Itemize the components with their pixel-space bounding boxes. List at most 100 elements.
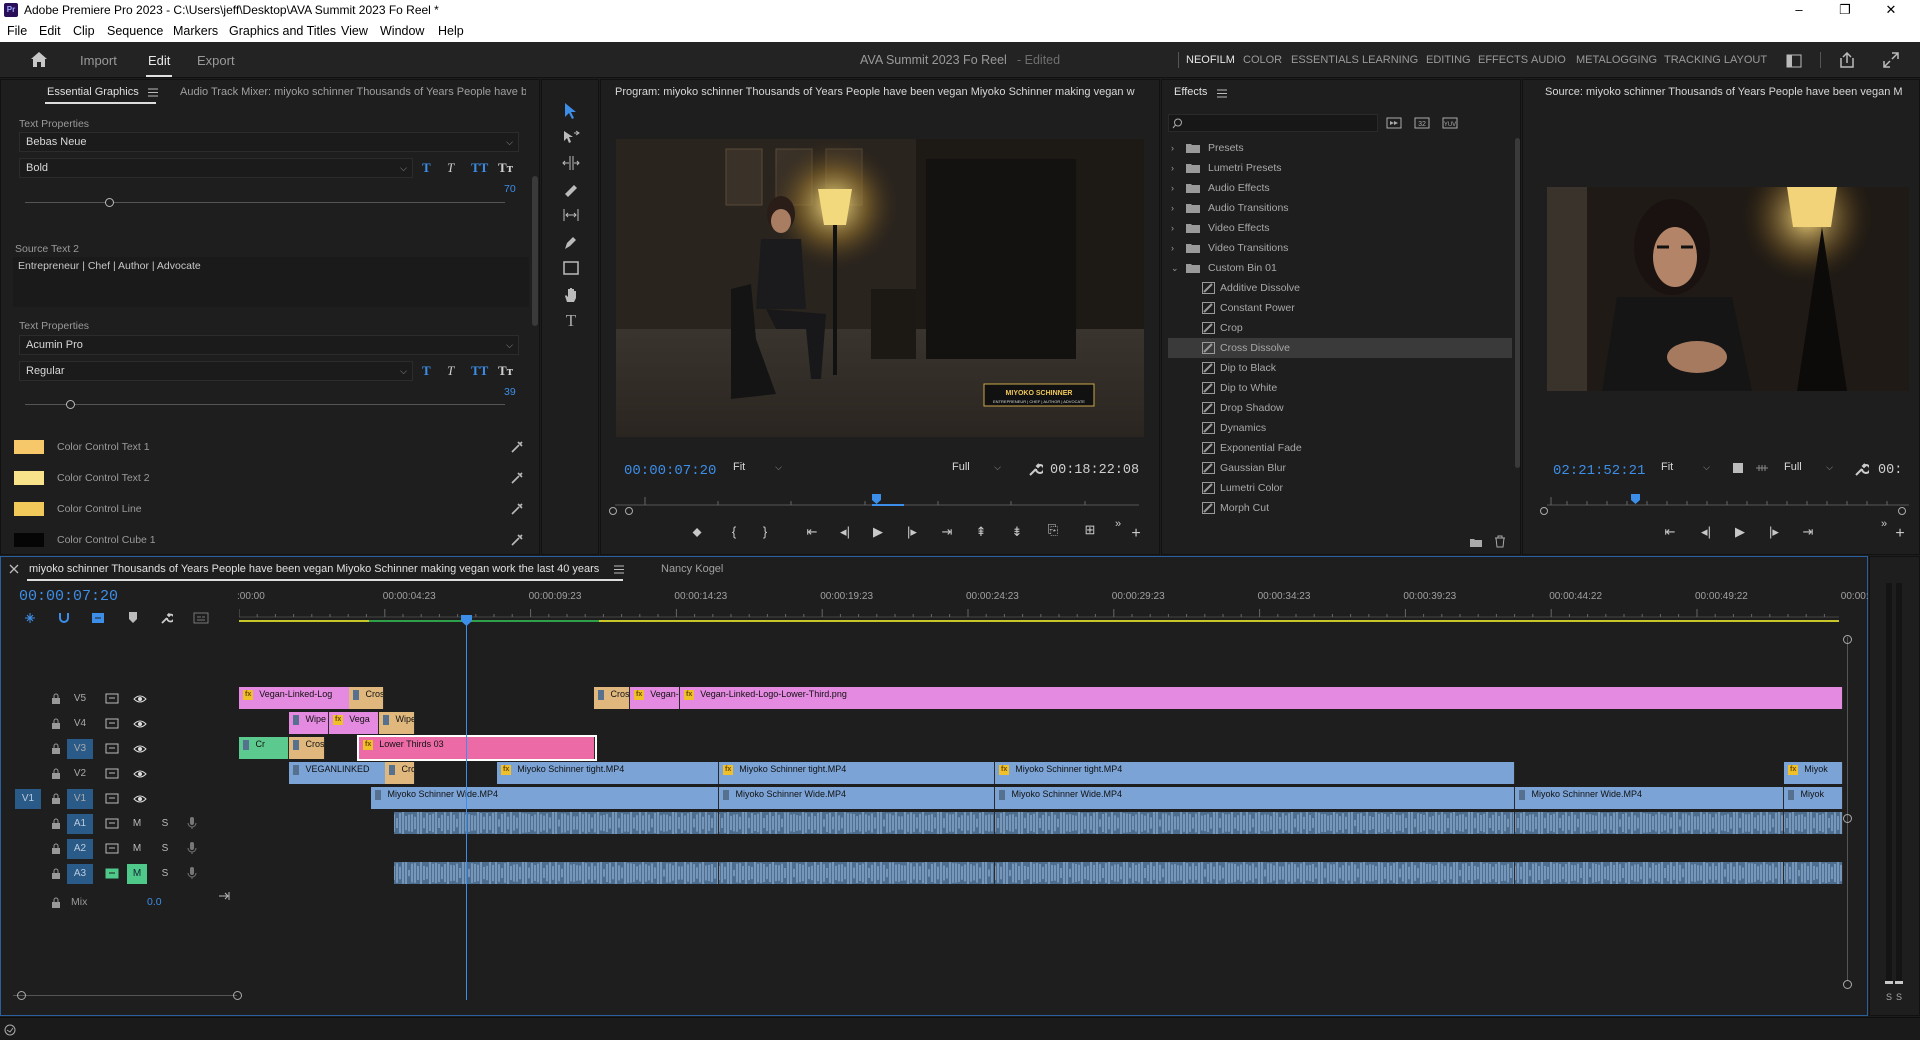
font-style-dropdown[interactable]: Regular ⌵ [19, 361, 413, 381]
step-back-button[interactable]: ◂| [1695, 524, 1717, 540]
slip-tool-icon[interactable] [562, 207, 580, 223]
font-size-slider-track[interactable] [25, 404, 505, 405]
track-label[interactable]: A1 [67, 814, 93, 834]
timeline-clip[interactable]: fx Miyoko Schinner tight.MP4 [497, 762, 719, 784]
effects-item[interactable]: Dynamics [1168, 418, 1512, 438]
home-icon[interactable] [30, 51, 48, 68]
program-video-frame[interactable]: MIYOKO SCHINNER ENTREPRENEUR | CHEF | AU… [616, 139, 1144, 437]
zoom-handle-right[interactable] [1898, 507, 1906, 515]
snap-icon[interactable] [57, 611, 71, 625]
track-label[interactable]: V2 [67, 764, 93, 784]
v-scroll-handle-mid[interactable] [1843, 814, 1852, 823]
source-text-field[interactable]: Entrepreneur | Chef | Author | Advocate [13, 257, 529, 307]
all-caps-button[interactable]: TT [471, 160, 488, 176]
lock-icon[interactable] [51, 818, 61, 829]
audio-clip[interactable] [1784, 812, 1843, 834]
effects-item[interactable]: Morph Cut [1168, 498, 1512, 518]
workspace-effects[interactable]: EFFECTS [1478, 54, 1528, 66]
sync-lock-icon[interactable] [105, 793, 119, 804]
zoom-handle-right[interactable] [233, 991, 242, 1000]
timeline-clip[interactable]: ▪ Miyoko Schinner Wide.MP4 [1515, 787, 1784, 809]
wrench-icon[interactable] [1027, 461, 1043, 477]
mark-in-button[interactable]: { [723, 524, 745, 539]
wrench-icon[interactable] [1853, 461, 1869, 477]
eye-icon[interactable] [133, 719, 147, 729]
add-marker-button[interactable]: ⬥ [686, 524, 708, 540]
timeline-clip[interactable]: ▪ VEGANLINKED [289, 762, 392, 784]
ripple-edit-tool-icon[interactable] [562, 155, 580, 171]
menu-clip[interactable]: Clip [73, 24, 95, 38]
timeline-clip[interactable]: ▪ Cross Di [349, 687, 384, 709]
timeline-v-scroll[interactable] [1847, 637, 1848, 980]
effects-item[interactable]: Lumetri Color [1168, 478, 1512, 498]
close-tab-icon[interactable] [9, 564, 19, 574]
lift-button[interactable]: ⇞ [970, 524, 992, 540]
lock-icon[interactable] [51, 897, 61, 908]
timeline-clip[interactable]: fx Miyok [1784, 762, 1843, 784]
eye-icon[interactable] [133, 769, 147, 779]
minimize-button[interactable]: – [1776, 1, 1822, 19]
workspace-metalogging[interactable]: METALOGGING [1576, 54, 1657, 66]
lock-icon[interactable] [51, 793, 61, 804]
timeline-clip[interactable]: ▪ Miyoko Schinner Wide.MP4 [719, 787, 995, 809]
step-back-button[interactable]: ◂| [834, 524, 856, 540]
tab-essential-graphics[interactable]: Essential Graphics [47, 80, 139, 104]
timeline-h-scroll-left[interactable] [13, 995, 237, 996]
zoom-handle-left[interactable] [1540, 507, 1548, 515]
workspace-essentials[interactable]: ESSENTIALS [1291, 54, 1359, 66]
insert-button[interactable]: ⎘ [1042, 522, 1064, 538]
rectangle-tool-icon[interactable] [562, 260, 580, 276]
timeline-clip[interactable]: fx Vega [329, 712, 379, 734]
zoom-handle-right[interactable] [625, 507, 633, 515]
effects-item[interactable]: Gaussian Blur [1168, 458, 1512, 478]
color-swatch[interactable] [14, 440, 44, 454]
timeline-clip[interactable]: ▪ Cross Di [289, 737, 325, 759]
program-monitor-title[interactable]: Program: miyoko schinner Thousands of Ye… [615, 80, 1150, 104]
effects-item[interactable]: Drop Shadow [1168, 398, 1512, 418]
sync-lock-icon[interactable] [105, 818, 119, 829]
source-patch-v1[interactable]: V1 [15, 789, 41, 809]
button-editor-icon[interactable]: + [1889, 525, 1911, 543]
nest-toggle-icon[interactable] [23, 611, 37, 625]
go-to-out-button[interactable]: ⇥ [936, 524, 958, 540]
go-to-end-icon[interactable] [217, 890, 231, 902]
selection-tool-icon[interactable] [562, 102, 578, 120]
effects-folder[interactable]: › Video Effects [1168, 218, 1512, 238]
font-size-slider-handle[interactable] [105, 198, 114, 207]
nav-import[interactable]: Import [80, 53, 117, 68]
audio-clip[interactable] [394, 862, 719, 884]
faux-bold-button[interactable]: T [422, 160, 431, 176]
timeline-clip[interactable]: ▪ Miyok [1784, 787, 1843, 809]
tab-audio-track-mixer[interactable]: Audio Track Mixer: miyoko schinner Thous… [180, 80, 526, 104]
program-quality-dropdown[interactable]: Full ⌵ [946, 458, 1006, 478]
audio-clip[interactable] [995, 862, 1515, 884]
font-size-slider-handle[interactable] [66, 400, 75, 409]
lock-icon[interactable] [51, 693, 61, 704]
lock-icon[interactable] [51, 768, 61, 779]
solo-button[interactable]: S [157, 839, 173, 859]
menu-markers[interactable]: Markers [173, 24, 218, 38]
font-size-slider-track[interactable] [25, 202, 505, 203]
source-video-frame[interactable] [1547, 187, 1909, 391]
play-button[interactable]: ▶ [1729, 524, 1751, 540]
program-timecode[interactable]: 00:00:07:20 [624, 463, 716, 479]
zoom-handle-left[interactable] [609, 507, 617, 515]
menu-window[interactable]: Window [380, 24, 424, 38]
nav-edit[interactable]: Edit [148, 53, 170, 68]
step-forward-button[interactable]: |▸ [901, 524, 923, 540]
lock-icon[interactable] [51, 843, 61, 854]
fullscreen-icon[interactable] [1883, 52, 1899, 68]
track-label[interactable]: A3 [67, 864, 93, 884]
trash-icon[interactable] [1494, 535, 1506, 548]
track-label[interactable]: V4 [67, 714, 93, 734]
effects-item[interactable]: Dip to White [1168, 378, 1512, 398]
mark-out-button[interactable]: } [754, 524, 776, 539]
program-zoom-dropdown[interactable]: Fit ⌵ [727, 458, 787, 478]
pen-tool-icon[interactable] [562, 234, 580, 250]
font-style-dropdown[interactable]: Bold ⌵ [19, 158, 413, 178]
timeline-timecode[interactable]: 00:00:07:20 [19, 588, 118, 605]
nav-export[interactable]: Export [197, 53, 235, 68]
effects-folder[interactable]: › Audio Effects [1168, 178, 1512, 198]
timeline-clip[interactable]: fx Lower Thirds 03 [357, 735, 597, 761]
status-indicator-icon[interactable] [3, 1023, 17, 1037]
